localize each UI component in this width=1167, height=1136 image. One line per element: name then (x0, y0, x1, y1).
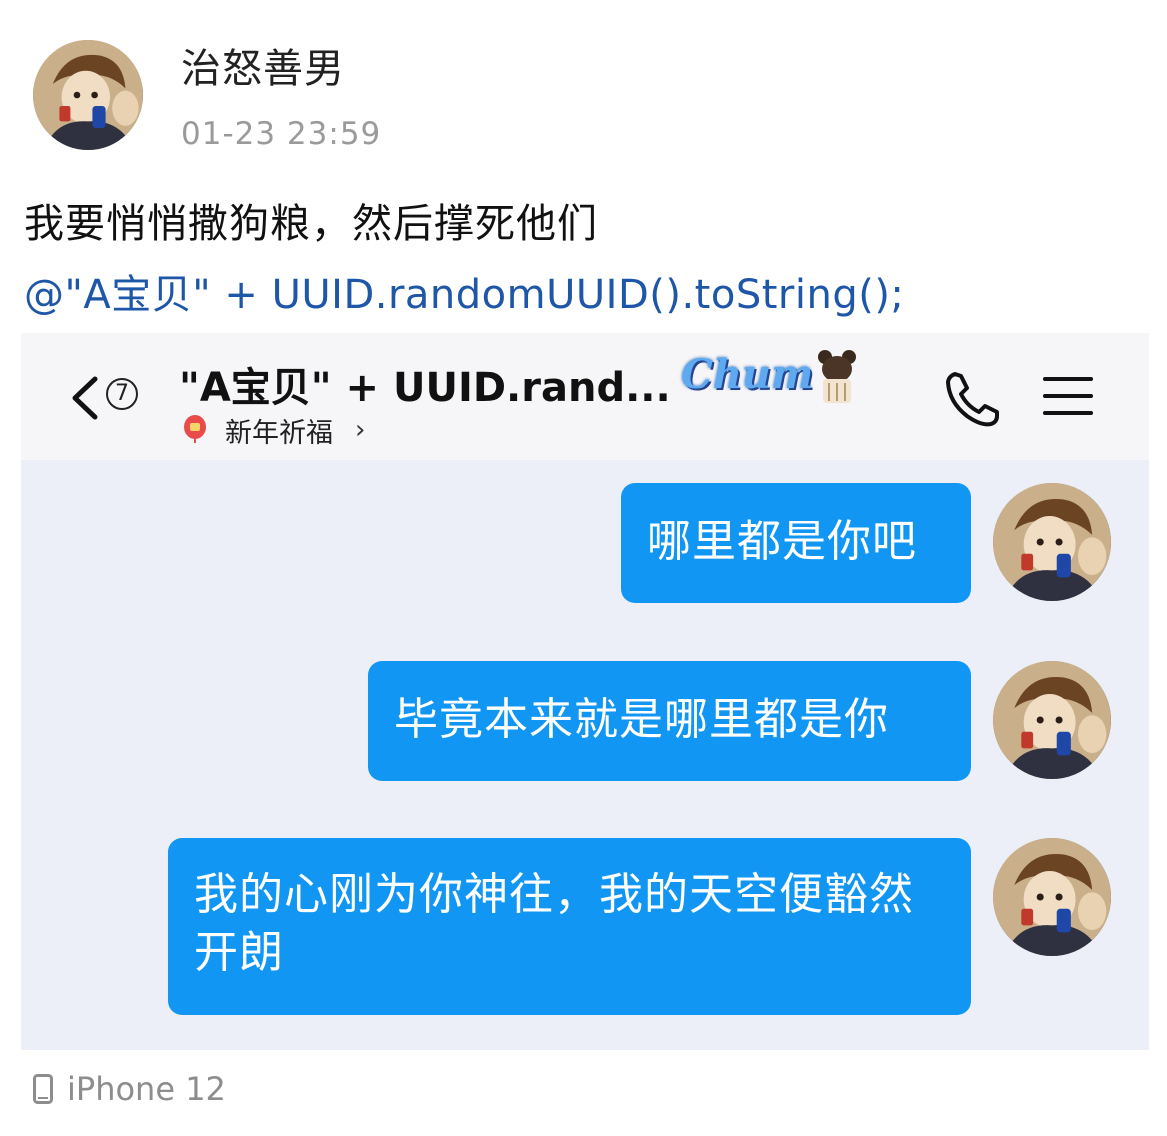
post-code-line: @"A宝贝" + UUID.randomUUID().toString(); (24, 272, 905, 318)
chat-title[interactable]: "A宝贝" + UUID.rand... (179, 355, 671, 413)
sender-avatar[interactable] (993, 483, 1111, 601)
hamburger-menu-icon[interactable] (1043, 373, 1093, 419)
avatar-illustration (993, 838, 1111, 956)
sender-avatar[interactable] (993, 838, 1111, 956)
avatar-illustration (993, 661, 1111, 779)
lantern-icon (184, 415, 206, 443)
message-bubble[interactable]: 我的心刚为你神往，我的天空便豁然开朗 (168, 838, 971, 1015)
chat-screenshot-image[interactable]: 7 "A宝贝" + UUID.rand... Chum 新年祈福 › 哪里都是你… (21, 333, 1149, 1050)
post-text: 我要悄悄撒狗粮，然后撑死他们 (24, 201, 598, 247)
chevron-left-icon[interactable] (65, 373, 105, 423)
sender-avatar[interactable] (993, 661, 1111, 779)
message-bubble[interactable]: 哪里都是你吧 (621, 483, 971, 603)
avatar-illustration (993, 483, 1111, 601)
new-year-label: 新年祈福 (225, 418, 333, 449)
chat-header: 7 "A宝贝" + UUID.rand... Chum 新年祈福 › (21, 333, 1149, 460)
phone-icon[interactable] (941, 368, 1003, 430)
author-name[interactable]: 治怒善男 (181, 36, 345, 94)
device-name: iPhone 12 (67, 1070, 226, 1108)
chevron-right-icon: › (355, 415, 366, 445)
avatar-illustration (33, 40, 143, 150)
chum-logo: Chum (681, 351, 814, 398)
bear-sticker-icon (818, 350, 856, 403)
message-bubble[interactable]: 毕竟本来就是哪里都是你 (368, 661, 971, 781)
unread-count-badge: 7 (106, 378, 138, 410)
author-avatar[interactable] (33, 40, 143, 150)
post-timestamp: 01-23 23:59 (181, 116, 382, 152)
phone-device-icon (33, 1074, 53, 1104)
